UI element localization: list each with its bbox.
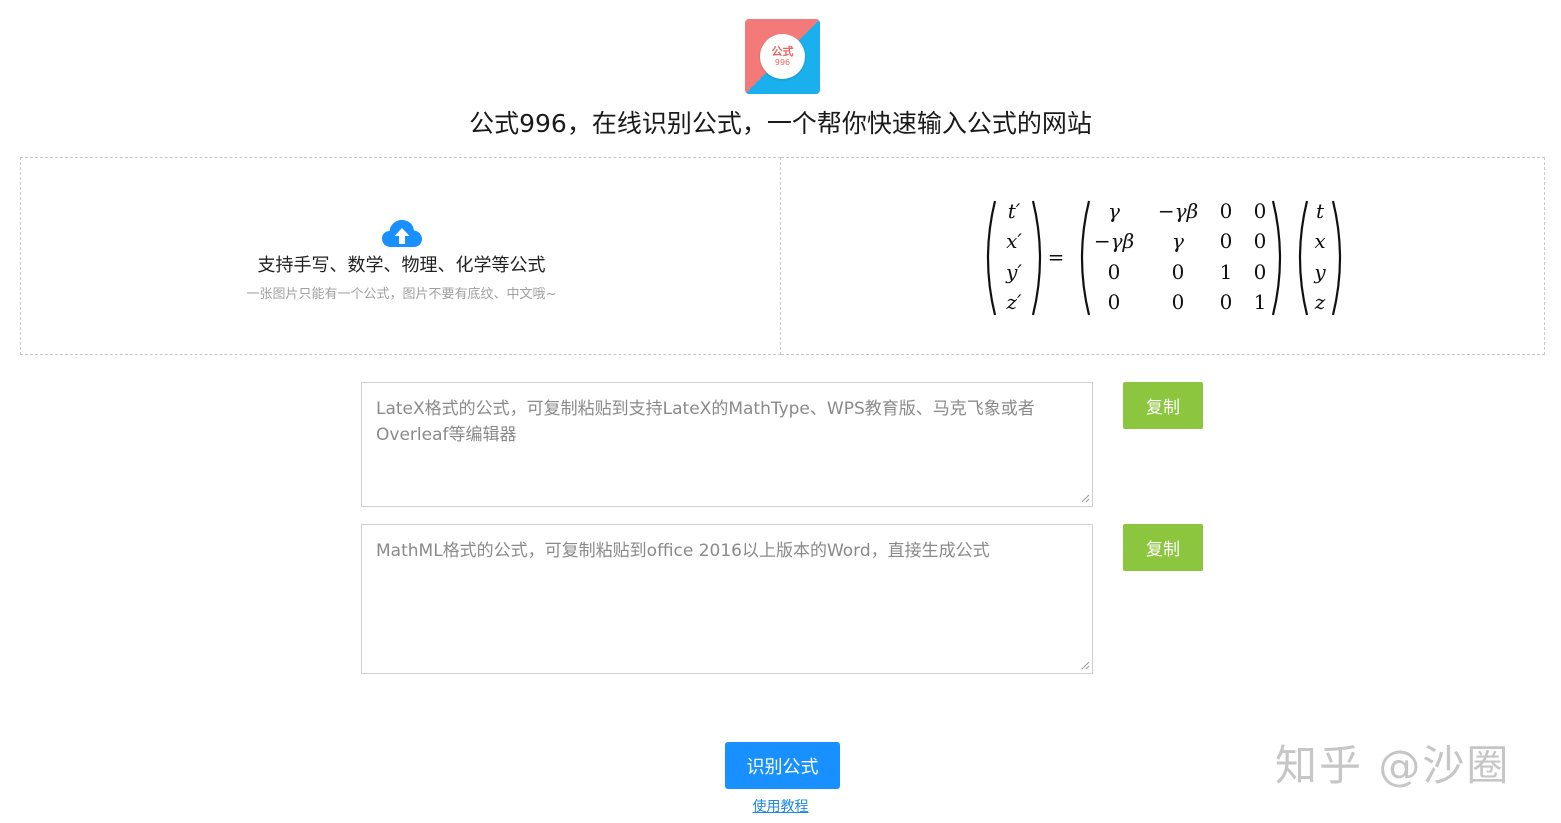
lhs-entry: y′ — [1005, 260, 1022, 284]
matrix-entry: 1 — [1220, 260, 1233, 284]
rhs-entry: t — [1316, 199, 1325, 223]
latex-output[interactable] — [361, 382, 1093, 507]
upload-dropzone[interactable]: 支持手写、数学、物理、化学等公式 一张图片只能有一个公式，图片不要有底纹、中文哦… — [20, 157, 781, 355]
site-logo: 公式 996 — [745, 19, 820, 94]
recognize-formula-button[interactable]: 识别公式 — [725, 742, 840, 789]
lhs-entry: z′ — [1005, 290, 1022, 314]
matrix-left-paren — [1080, 200, 1091, 316]
resize-grip-icon[interactable] — [1080, 493, 1090, 503]
copy-mathml-button[interactable]: 复制 — [1123, 524, 1203, 571]
resize-grip-icon[interactable] — [1080, 660, 1090, 670]
matrix-entry: −γβ — [1158, 199, 1198, 223]
matrix-entry: 1 — [1254, 290, 1267, 314]
watermark: 知乎 @沙圈 — [1275, 741, 1511, 790]
matrix-right-paren — [1271, 200, 1282, 316]
rhs-right-paren — [1331, 200, 1342, 316]
formula-preview: t′ x′ y′ z′ = γ −γβ 0 0 −γβ γ 0 0 0 0 1 … — [781, 157, 1545, 355]
mathml-output[interactable] — [361, 524, 1093, 674]
matrix-entry: 0 — [1254, 260, 1267, 284]
matrix-entry: 0 — [1254, 199, 1267, 223]
lhs-entry: t′ — [1008, 199, 1021, 223]
matrix-entry: −γβ — [1094, 229, 1134, 253]
matrix-entry: 0 — [1172, 260, 1185, 284]
lhs-left-paren — [986, 200, 997, 316]
upload-hint: 一张图片只能有一个公式，图片不要有底纹、中文哦~ — [246, 287, 557, 302]
logo-text-line1: 公式 — [771, 45, 794, 58]
copy-latex-button[interactable]: 复制 — [1123, 382, 1203, 429]
rhs-entry: y — [1313, 260, 1326, 284]
formula-render: t′ x′ y′ z′ = γ −γβ 0 0 −γβ γ 0 0 0 0 1 … — [986, 199, 1342, 316]
page-title: 公式996，在线识别公式，一个帮你快速输入公式的网站 — [469, 109, 1092, 138]
matrix-entry: 0 — [1108, 260, 1121, 284]
logo-text-line2: 996 — [774, 58, 791, 67]
rhs-entry: x — [1314, 229, 1325, 253]
tutorial-link[interactable]: 使用教程 — [0, 796, 1561, 816]
matrix-entry: 0 — [1172, 290, 1185, 314]
matrix-entry: 0 — [1108, 290, 1121, 314]
rhs-entry: z — [1314, 290, 1326, 314]
matrix-entry: γ — [1172, 229, 1184, 253]
matrix-entry: 0 — [1220, 199, 1233, 223]
matrix-entry: 0 — [1220, 229, 1233, 253]
lhs-entry: x′ — [1006, 229, 1022, 253]
equals-sign: = — [1048, 245, 1065, 269]
matrix-entry: 0 — [1220, 290, 1233, 314]
lhs-right-paren — [1031, 200, 1042, 316]
logo-badge: 公式 996 — [760, 34, 805, 79]
cloud-upload-icon — [382, 220, 422, 247]
rhs-left-paren — [1298, 200, 1309, 316]
upload-title: 支持手写、数学、物理、化学等公式 — [257, 255, 546, 276]
matrix-entry: γ — [1108, 199, 1120, 223]
matrix-entry: 0 — [1254, 229, 1267, 253]
